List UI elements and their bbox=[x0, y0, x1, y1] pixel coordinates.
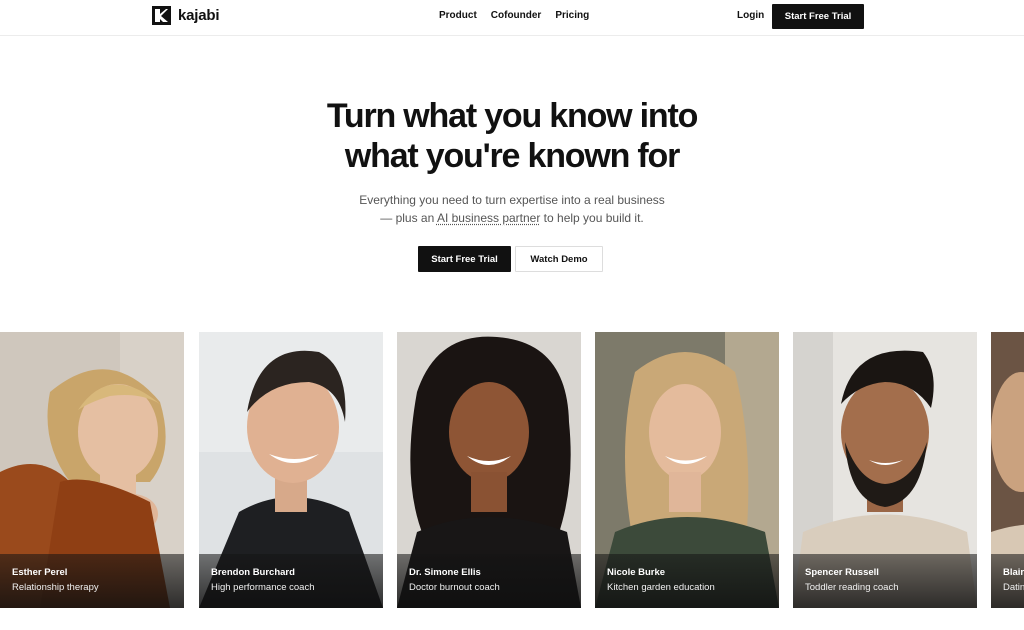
creator-name: Spencer Russell bbox=[805, 567, 879, 578]
creator-role: High performance coach bbox=[211, 582, 315, 593]
nav-links: Product Cofounder Pricing bbox=[439, 10, 589, 21]
subtitle-suffix: to help you build it. bbox=[540, 211, 644, 225]
creator-name: Esther Perel bbox=[12, 567, 68, 578]
top-nav: kajabi Product Cofounder Pricing Login S… bbox=[0, 0, 1024, 36]
creator-caption: Esther Perel Relationship therapy bbox=[0, 554, 184, 608]
creator-card[interactable]: Esther Perel Relationship therapy bbox=[0, 332, 184, 608]
creator-card[interactable]: Brendon Burchard High performance coach bbox=[199, 332, 383, 608]
hero-subtitle: Everything you need to turn expertise in… bbox=[0, 191, 1024, 227]
creator-carousel: Esther Perel Relationship therapy Brendo… bbox=[0, 332, 1024, 608]
hero-subtitle-line-1: Everything you need to turn expertise in… bbox=[359, 193, 665, 207]
creator-role: Dating bbox=[1003, 582, 1024, 593]
hero-subtitle-line-2: — plus an AI business partner to help yo… bbox=[0, 209, 1024, 227]
hero-title-line-1: Turn what you know into bbox=[326, 97, 698, 135]
creator-name: Blair bbox=[1003, 567, 1024, 578]
creator-role: Relationship therapy bbox=[12, 582, 99, 593]
creator-role: Doctor burnout coach bbox=[409, 582, 500, 593]
hero-title-line-2: what you're known for bbox=[344, 137, 680, 175]
creator-caption: Blair Dating bbox=[991, 554, 1024, 608]
hero-title: Turn what you know into what you're know… bbox=[0, 96, 1024, 176]
kajabi-logo-icon bbox=[152, 6, 171, 25]
creator-name: Nicole Burke bbox=[607, 567, 666, 578]
creator-name: Dr. Simone Ellis bbox=[409, 567, 481, 578]
creator-caption: Dr. Simone Ellis Doctor burnout coach bbox=[397, 554, 581, 608]
creator-card[interactable]: Dr. Simone Ellis Doctor burnout coach bbox=[397, 332, 581, 608]
creator-card[interactable]: Blair Dating bbox=[991, 332, 1024, 608]
hero-start-trial-button[interactable]: Start Free Trial bbox=[418, 246, 511, 272]
subtitle-prefix: — plus an bbox=[380, 211, 437, 225]
creator-caption: Nicole Burke Kitchen garden education bbox=[595, 554, 779, 608]
watch-demo-button[interactable]: Watch Demo bbox=[515, 246, 603, 272]
nav-link-product[interactable]: Product bbox=[439, 10, 477, 21]
nav-link-pricing[interactable]: Pricing bbox=[555, 10, 589, 21]
creator-role: Toddler reading coach bbox=[805, 582, 899, 593]
logo[interactable]: kajabi bbox=[152, 6, 220, 25]
ai-business-partner-link[interactable]: AI business partner bbox=[437, 211, 540, 225]
logo-text: kajabi bbox=[178, 7, 220, 24]
creator-name: Brendon Burchard bbox=[211, 567, 295, 578]
nav-start-trial-button[interactable]: Start Free Trial bbox=[772, 4, 864, 29]
login-link[interactable]: Login bbox=[737, 10, 764, 21]
creator-role: Kitchen garden education bbox=[607, 582, 715, 593]
creator-card[interactable]: Nicole Burke Kitchen garden education bbox=[595, 332, 779, 608]
creator-caption: Brendon Burchard High performance coach bbox=[199, 554, 383, 608]
creator-caption: Spencer Russell Toddler reading coach bbox=[793, 554, 977, 608]
creator-card[interactable]: Spencer Russell Toddler reading coach bbox=[793, 332, 977, 608]
nav-link-cofounder[interactable]: Cofounder bbox=[491, 10, 542, 21]
